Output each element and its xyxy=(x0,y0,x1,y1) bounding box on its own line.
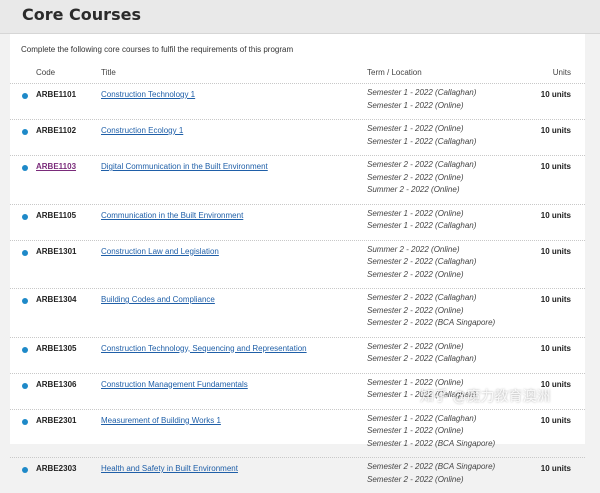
course-title-link[interactable]: Measurement of Building Works 1 xyxy=(101,416,221,425)
term-location: Semester 1 - 2022 (Callaghan) xyxy=(367,88,477,97)
term-location-list: Summer 2 - 2022 (Online) Semester 2 - 202… xyxy=(367,244,476,282)
table-row: ARBE1101 Construction Technology 1 Semeste… xyxy=(10,83,585,119)
term-location-list: Semester 1 - 2022 (Online) Semester 1 - 2… xyxy=(367,123,476,148)
course-title-link[interactable]: Construction Law and Legislation xyxy=(101,247,219,256)
term-location: Semester 2 - 2022 (Callaghan) xyxy=(367,354,477,363)
bullet-icon xyxy=(22,213,28,220)
header-title: Title xyxy=(101,68,116,77)
term-location-list: Semester 2 - 2022 (Online) Semester 2 - 2… xyxy=(367,341,476,366)
course-title-link[interactable]: Health and Safety in Built Environment xyxy=(101,464,238,473)
header-code: Code xyxy=(36,68,56,77)
page-title: Core Courses xyxy=(22,5,141,24)
term-location-list: Semester 1 - 2022 (Online) Semester 1 - 2… xyxy=(367,208,476,233)
course-code: ARBE1101 xyxy=(36,90,77,99)
term-location: Semester 2 - 2022 (BCA Singapore) xyxy=(367,462,496,471)
course-code: ARBE1304 xyxy=(36,295,77,304)
term-location: Semester 2 - 2022 (Callaghan) xyxy=(367,160,477,169)
course-title-link[interactable]: Digital Communication in the Built Envir… xyxy=(101,162,268,171)
table-row: ARBE1102 Construction Ecology 1 Semester 1… xyxy=(10,119,585,155)
page-header: Core Courses xyxy=(0,0,600,34)
term-location-list: Semester 2 - 2022 (Callaghan) Semester 2 … xyxy=(367,159,476,197)
course-code: ARBE2303 xyxy=(36,464,77,473)
bullet-icon xyxy=(22,346,28,353)
term-location: Semester 1 - 2022 (Callaghan) xyxy=(367,221,477,230)
course-units: 10 units xyxy=(540,379,571,389)
table-row: ARBE1105 Communication in the Built Envir… xyxy=(10,203,585,240)
term-location: Semester 1 - 2022 (Online) xyxy=(367,377,464,387)
course-title-link[interactable]: Construction Ecology 1 xyxy=(101,126,183,135)
course-code: ARBE1105 xyxy=(36,210,77,220)
table-row: ARBE2301 Measurement of Building Works 1 S… xyxy=(10,408,585,458)
bullet-icon xyxy=(22,93,28,99)
bullet-icon xyxy=(22,249,28,256)
course-units: 10 units xyxy=(540,343,571,353)
term-location: Summer 2 - 2022 (Online) xyxy=(367,185,460,194)
course-code: ARBE1305 xyxy=(36,343,77,353)
term-location-list: Semester 2 - 2022 (Callaghan) Semester 2 … xyxy=(367,292,495,330)
term-location-list: Semester 1 - 2022 (Online) Semester 1 - 2… xyxy=(367,377,476,402)
course-units: 10 units xyxy=(540,126,571,135)
bullet-icon xyxy=(22,298,28,304)
header-term-location: Term / Location xyxy=(367,68,422,77)
term-location: Semester 1 - 2022 (Online) xyxy=(367,100,464,110)
header-units: Units xyxy=(552,68,571,77)
course-units: 10 units xyxy=(540,90,571,99)
course-code: ARBE1102 xyxy=(36,126,77,135)
bullet-icon xyxy=(22,467,28,473)
term-location: Semester 2 - 2022 (Online) xyxy=(367,269,464,279)
course-units: 10 units xyxy=(540,415,571,425)
term-location: Semester 2 - 2022 (Online) xyxy=(367,341,464,351)
course-code: ARBE1301 xyxy=(36,246,77,256)
table-header: Code Title Term / Location Units xyxy=(10,68,585,82)
course-units: 10 units xyxy=(540,295,571,304)
course-units: 10 units xyxy=(540,210,571,220)
term-location: Semester 1 - 2022 (Callaghan) xyxy=(367,390,477,399)
term-location-list: Semester 1 - 2022 (Callaghan) Semester 1 … xyxy=(367,413,495,451)
term-location: Semester 2 - 2022 (Online) xyxy=(367,172,464,182)
course-title-link[interactable]: Building Codes and Compliance xyxy=(101,295,215,304)
bullet-icon xyxy=(22,382,28,389)
term-location: Semester 1 - 2022 (Online) xyxy=(367,426,464,435)
term-location: Semester 2 - 2022 (Callaghan) xyxy=(367,257,477,266)
term-location: Semester 1 - 2022 (Callaghan) xyxy=(367,413,477,423)
table-row: ARBE1306 Construction Management Fundamen… xyxy=(10,372,585,409)
term-location: Semester 1 - 2022 (Online) xyxy=(367,124,464,133)
table-row: ARBE2303 Health and Safety in Built Envir… xyxy=(10,457,585,493)
course-title-link[interactable]: Communication in the Built Environment xyxy=(101,211,243,220)
course-code: ARBE1306 xyxy=(36,379,77,389)
table-row: ARBE1305 Construction Technology, Sequenc… xyxy=(10,336,585,373)
course-table: ARBE1101 Construction Technology 1 Semeste… xyxy=(10,83,585,493)
table-row: ARBE1301 Construction Law and Legislation… xyxy=(10,239,585,289)
bullet-icon xyxy=(22,165,28,171)
course-units: 10 units xyxy=(540,162,571,171)
bullet-icon xyxy=(22,418,28,425)
term-location: Semester 2 - 2022 (Online) xyxy=(367,305,464,315)
term-location-list: Semester 2 - 2022 (BCA Singapore) Semeste… xyxy=(367,461,495,486)
bullet-icon xyxy=(22,129,28,135)
term-location: Semester 2 - 2022 (BCA Singapore) xyxy=(367,318,496,327)
term-location: Semester 2 - 2022 (Online) xyxy=(367,474,464,484)
core-courses-panel: Complete the following core courses to f… xyxy=(10,34,585,484)
course-code: ARBE2301 xyxy=(36,415,77,425)
term-location: Semester 1 - 2022 (Callaghan) xyxy=(367,136,477,146)
course-title-link[interactable]: Construction Management Fundamentals xyxy=(101,380,248,389)
course-title-link[interactable]: Construction Technology, Sequencing and … xyxy=(101,344,307,353)
course-code[interactable]: ARBE1103 xyxy=(36,162,76,171)
term-location: Semester 2 - 2022 (Callaghan) xyxy=(367,293,477,302)
term-location-list: Semester 1 - 2022 (Callaghan) Semester 1 … xyxy=(367,87,476,112)
term-location: Summer 2 - 2022 (Online) xyxy=(367,244,460,254)
table-row: ARBE1304 Building Codes and Compliance Sem… xyxy=(10,288,585,337)
course-title-link[interactable]: Construction Technology 1 xyxy=(101,90,195,99)
intro-text: Complete the following core courses to f… xyxy=(21,45,294,54)
course-units: 10 units xyxy=(540,246,571,256)
term-location: Semester 1 - 2022 (Online) xyxy=(367,208,464,218)
course-units: 10 units xyxy=(540,464,571,473)
table-row: ARBE1103 Digital Communication in the Bui… xyxy=(10,155,585,204)
